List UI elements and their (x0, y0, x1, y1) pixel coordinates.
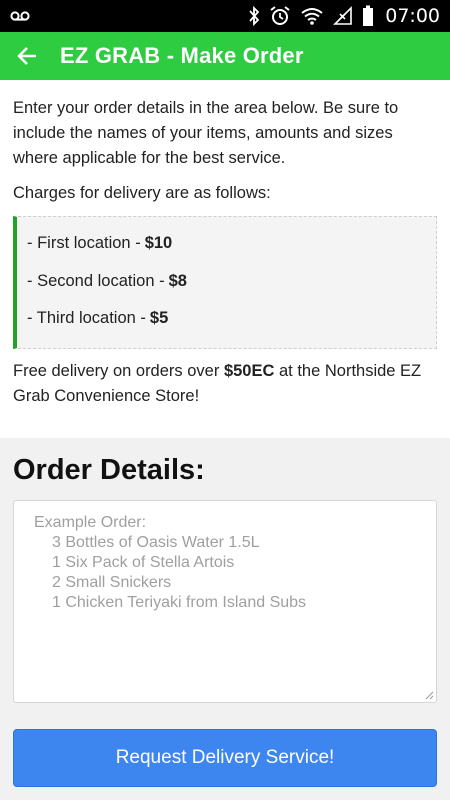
charge-price: $10 (144, 234, 173, 253)
order-details-section: Order Details: Example Order: 3 Bottles … (0, 438, 450, 800)
charge-item: - Third location - $5 (27, 300, 426, 338)
placeholder-line: 2 Small Snickers (52, 574, 172, 591)
order-details-heading: Order Details: (13, 454, 205, 486)
charge-label: - Second location - (27, 271, 165, 290)
no-signal-icon (333, 6, 353, 26)
charges-list: - First location - $10 - Second location… (13, 216, 437, 349)
charge-label: - Third location - (27, 309, 146, 328)
status-bar: 07:00 (0, 0, 450, 32)
placeholder-line: Example Order: (34, 514, 147, 531)
page-title: EZ GRAB - Make Order (60, 43, 304, 68)
order-details-textarea[interactable]: Example Order: 3 Bottles of Oasis Water … (13, 500, 437, 703)
placeholder-line: 3 Bottles of Oasis Water 1.5L (52, 534, 260, 551)
charge-item: - First location - $10 (27, 225, 426, 263)
free-delivery-amount: $50EC (223, 361, 275, 380)
back-button[interactable] (12, 41, 42, 71)
placeholder-line: 1 Chicken Teriyaki from Island Subs (52, 594, 307, 611)
charge-item: - Second location - $8 (27, 263, 426, 301)
charges-heading: Charges for delivery are as follows: (13, 184, 271, 202)
info-content: Enter your order details in the area bel… (0, 80, 450, 409)
app-bar: EZ GRAB - Make Order (0, 32, 450, 80)
charge-price: $8 (168, 271, 187, 290)
arrow-left-icon (17, 47, 36, 65)
free-delivery-text: Free delivery on orders over $50EC at th… (13, 359, 437, 409)
resize-handle-icon[interactable] (425, 691, 434, 700)
bluetooth-icon (248, 6, 260, 26)
clock-time: 07:00 (385, 5, 440, 27)
charge-price: $5 (149, 309, 169, 328)
wifi-icon (300, 6, 324, 26)
free-delivery-prefix: Free delivery on orders over (13, 361, 220, 380)
battery-icon (362, 5, 374, 27)
voicemail-icon (10, 10, 30, 22)
alarm-icon (269, 5, 291, 27)
charge-label: - First location - (27, 234, 141, 253)
request-delivery-button[interactable]: Request Delivery Service! (13, 729, 437, 787)
placeholder-line: 1 Six Pack of Stella Artois (52, 554, 235, 571)
intro-text: Enter your order details in the area bel… (13, 99, 399, 167)
